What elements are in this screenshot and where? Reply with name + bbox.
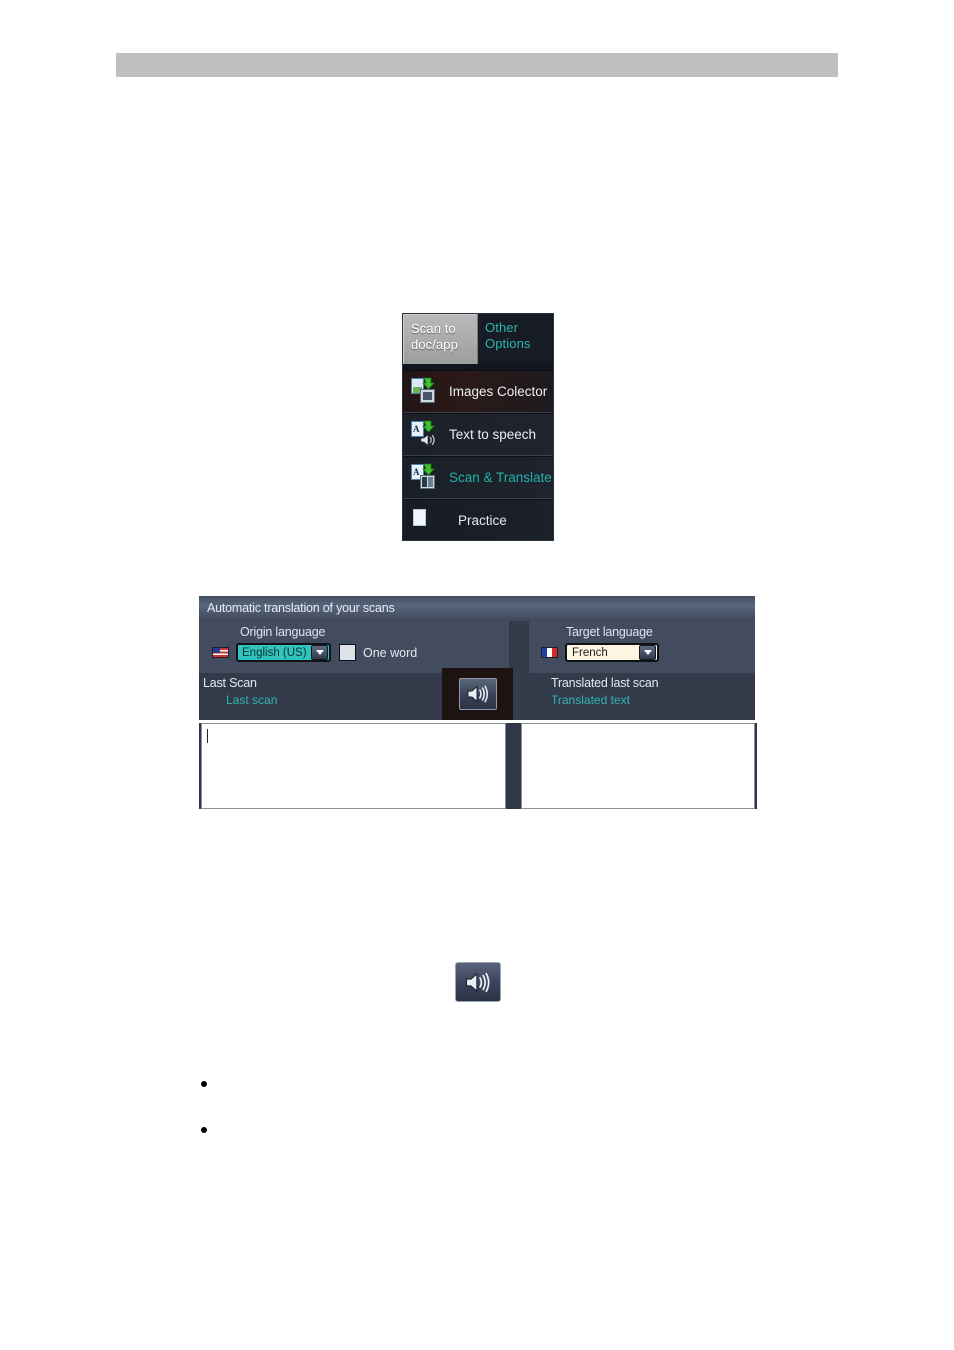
scan-translate-icon: A (411, 463, 441, 493)
translated-last-scan-value: Translated text (551, 693, 630, 707)
list-item-bullet (201, 1127, 207, 1133)
menu-item-label: Images Colector (449, 384, 548, 399)
target-pane-upper: Target language French (529, 621, 755, 673)
target-pane-lower: Translated last scan Translated text (529, 673, 755, 720)
speaker-button-container (442, 668, 513, 720)
target-text-input[interactable] (521, 723, 755, 809)
textbox-divider (506, 723, 521, 809)
document-icon (411, 506, 441, 536)
origin-pane-upper: Origin language English (US) One word (199, 621, 509, 673)
menu-item-label: Text to speech (449, 427, 537, 442)
target-pane: Target language French Translated last s… (529, 621, 755, 720)
menu-item-practice[interactable]: Practice (403, 499, 553, 540)
speaker-glyph (467, 685, 488, 703)
tab-other-options[interactable]: Other Options (478, 314, 553, 364)
tab-other-options-line2: Options (485, 336, 531, 351)
origin-language-select[interactable]: English (US) (236, 643, 331, 662)
list-item-bullet (201, 1081, 207, 1087)
origin-pane: Origin language English (US) One word La… (199, 621, 513, 720)
text-caret (207, 729, 208, 743)
tab-scan-to-doc-app[interactable]: Scan to doc/app (403, 314, 479, 364)
menu-item-scan-and-translate[interactable]: A Scan & Translate (403, 456, 553, 499)
target-language-value: French (572, 646, 608, 659)
translated-last-scan-label: Translated last scan (551, 676, 659, 690)
menu-item-label: Practice (458, 513, 507, 528)
standalone-speaker-icon[interactable] (455, 962, 501, 1002)
target-language-select[interactable]: French (565, 643, 659, 662)
automatic-translation-dialog: Automatic translation of your scans Orig… (199, 596, 755, 720)
menu-tabs: Scan to doc/app Other Options (403, 314, 553, 364)
origin-language-label: Origin language (240, 625, 326, 639)
target-textbox-right-edge (755, 723, 757, 809)
speaker-icon[interactable] (458, 678, 497, 710)
fr-flag-icon (541, 647, 558, 658)
tab-scan-to-doc-app-line2: doc/app (411, 337, 458, 352)
image-export-icon (411, 377, 441, 407)
last-scan-value: Last scan (226, 693, 278, 707)
us-flag-icon (212, 647, 229, 658)
text-to-speech-icon: A (411, 420, 441, 450)
chevron-down-icon[interactable] (639, 645, 656, 660)
chevron-down-icon[interactable] (311, 645, 328, 660)
one-word-checkbox[interactable] (339, 644, 356, 661)
one-word-label: One word (363, 646, 418, 660)
page-header-band (116, 53, 838, 77)
small-speaker-icon (420, 433, 435, 446)
last-scan-label: Last Scan (203, 676, 257, 690)
speaker-glyph (465, 972, 490, 992)
green-arrow-icon (422, 420, 435, 433)
target-language-label: Target language (566, 625, 653, 639)
scan-to-menu: Scan to doc/app Other Options Images Col… (402, 313, 554, 541)
menu-item-label: Scan & Translate (449, 470, 552, 485)
dialog-body: Origin language English (US) One word La… (199, 621, 755, 720)
pane-divider (511, 621, 529, 720)
tab-other-options-line1: Other (485, 320, 519, 335)
menu-item-images-colector[interactable]: Images Colector (403, 370, 553, 413)
origin-text-input[interactable] (201, 723, 506, 809)
origin-language-value: English (US) (242, 646, 307, 659)
menu-item-text-to-speech[interactable]: A Text to speech (403, 413, 553, 456)
dialog-title: Automatic translation of your scans (199, 596, 755, 621)
tab-scan-to-doc-app-line1: Scan to (411, 321, 456, 336)
